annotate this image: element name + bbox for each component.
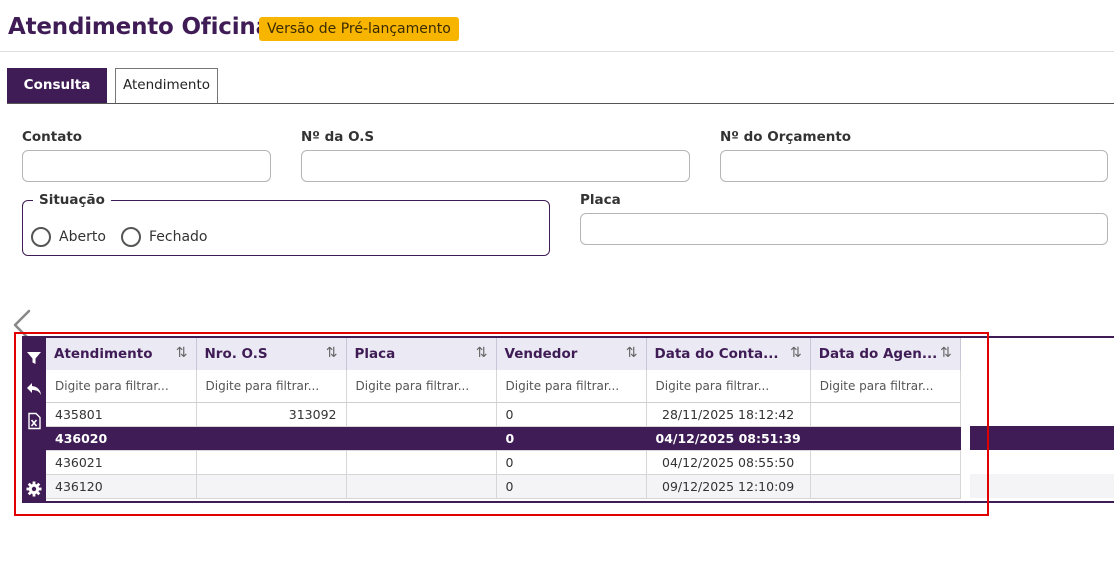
results-grid: Atendimento ⇅ Nro. O.S ⇅ Placa ⇅ Vendedor ⇅ … [22,336,1114,503]
filter-input-data-contato[interactable] [646,370,810,401]
cell-atendimento: 436120 [46,474,197,499]
table-row[interactable]: 436021 0 04/12/2025 08:55:50 [46,450,961,475]
placa-input[interactable] [580,213,1108,245]
column-header-nro-os[interactable]: Nro. O.S ⇅ [196,338,347,370]
sort-icon[interactable]: ⇅ [176,345,188,361]
column-header-data-contato[interactable]: Data do Conta... ⇅ [646,338,811,370]
situacao-fieldset: Situação Aberto Fechado [22,192,550,256]
contato-label: Contato [22,129,83,145]
cell-vendedor: 0 [496,474,647,499]
grid-filter-row [46,370,961,403]
radio-fechado-label: Fechado [149,229,208,245]
sort-icon[interactable]: ⇅ [326,345,338,361]
filter-input-vendedor[interactable] [496,370,645,401]
grid-table: Atendimento ⇅ Nro. O.S ⇅ Placa ⇅ Vendedor ⇅ … [46,338,961,499]
column-header-atendimento[interactable]: Atendimento ⇅ [46,338,197,370]
cell-data-contato: 09/12/2025 12:10:09 [646,474,811,499]
cell-data-agendamento [810,474,961,499]
nro-orcamento-input[interactable] [720,150,1108,182]
column-header-placa[interactable]: Placa ⇅ [346,338,497,370]
cell-placa [346,426,497,451]
column-header-vendedor[interactable]: Vendedor ⇅ [496,338,647,370]
cell-vendedor: 0 [496,450,647,475]
prerelease-badge: Versão de Pré-lançamento [259,17,459,41]
cell-vendedor: 0 [496,402,647,427]
grid-toolbar [22,338,46,501]
cell-data-contato: 28/11/2025 18:12:42 [646,402,811,427]
filter-input-atendimento[interactable] [46,370,195,401]
nro-os-input[interactable] [301,150,690,182]
nro-os-label: Nº da O.S [301,129,375,145]
table-row-selected[interactable]: 436020 0 04/12/2025 08:51:39 [46,426,961,451]
cell-data-contato: 04/12/2025 08:51:39 [646,426,811,451]
cell-placa [346,402,497,427]
cell-atendimento: 436021 [46,450,197,475]
contato-input[interactable] [22,150,271,182]
table-row[interactable]: 436120 0 09/12/2025 12:10:09 [46,474,961,499]
sort-icon[interactable]: ⇅ [626,345,638,361]
cell-placa [346,474,497,499]
cell-atendimento: 436020 [46,426,197,451]
filter-input-data-agendamento[interactable] [810,370,960,401]
sort-icon[interactable]: ⇅ [476,345,488,361]
radio-circle-icon[interactable] [121,227,141,247]
row-extension [970,474,1114,498]
cell-atendimento: 435801 [46,402,197,427]
cell-placa [346,450,497,475]
filter-icon[interactable] [25,349,43,367]
tabs-divider [7,103,1114,104]
filter-input-nro-os[interactable] [196,370,345,401]
sort-icon[interactable]: ⇅ [940,345,952,361]
table-row[interactable]: 435801 313092 0 28/11/2025 18:12:42 [46,402,961,427]
radio-aberto-label: Aberto [59,229,106,245]
filter-input-placa[interactable] [346,370,495,401]
cell-data-contato: 04/12/2025 08:55:50 [646,450,811,475]
title-divider [0,51,1114,52]
undo-icon[interactable] [25,380,43,398]
cell-vendedor: 0 [496,426,647,451]
situacao-legend: Situação [33,192,111,208]
cell-data-agendamento [810,450,961,475]
cell-nro-os [196,450,347,475]
radio-circle-icon[interactable] [31,227,51,247]
grid-header-row: Atendimento ⇅ Nro. O.S ⇅ Placa ⇅ Vendedor ⇅ … [46,338,961,370]
column-header-data-agendamento[interactable]: Data do Agen... ⇅ [810,338,961,370]
placa-label: Placa [580,192,621,208]
cell-data-agendamento [810,426,961,451]
nro-orcamento-label: Nº do Orçamento [720,129,852,145]
page-title: Atendimento Oficina [8,14,271,40]
cell-nro-os [196,474,347,499]
tab-consulta[interactable]: Consulta [7,68,107,103]
excel-export-icon[interactable] [25,412,43,430]
tab-atendimento[interactable]: Atendimento [115,68,218,103]
selected-row-extension [970,426,1114,450]
radio-aberto[interactable]: Aberto [31,227,106,247]
radio-fechado[interactable]: Fechado [121,227,208,247]
cell-data-agendamento [810,402,961,427]
cell-nro-os [196,426,347,451]
sort-icon[interactable]: ⇅ [790,345,802,361]
settings-icon[interactable] [25,480,43,498]
cell-nro-os: 313092 [196,402,347,427]
